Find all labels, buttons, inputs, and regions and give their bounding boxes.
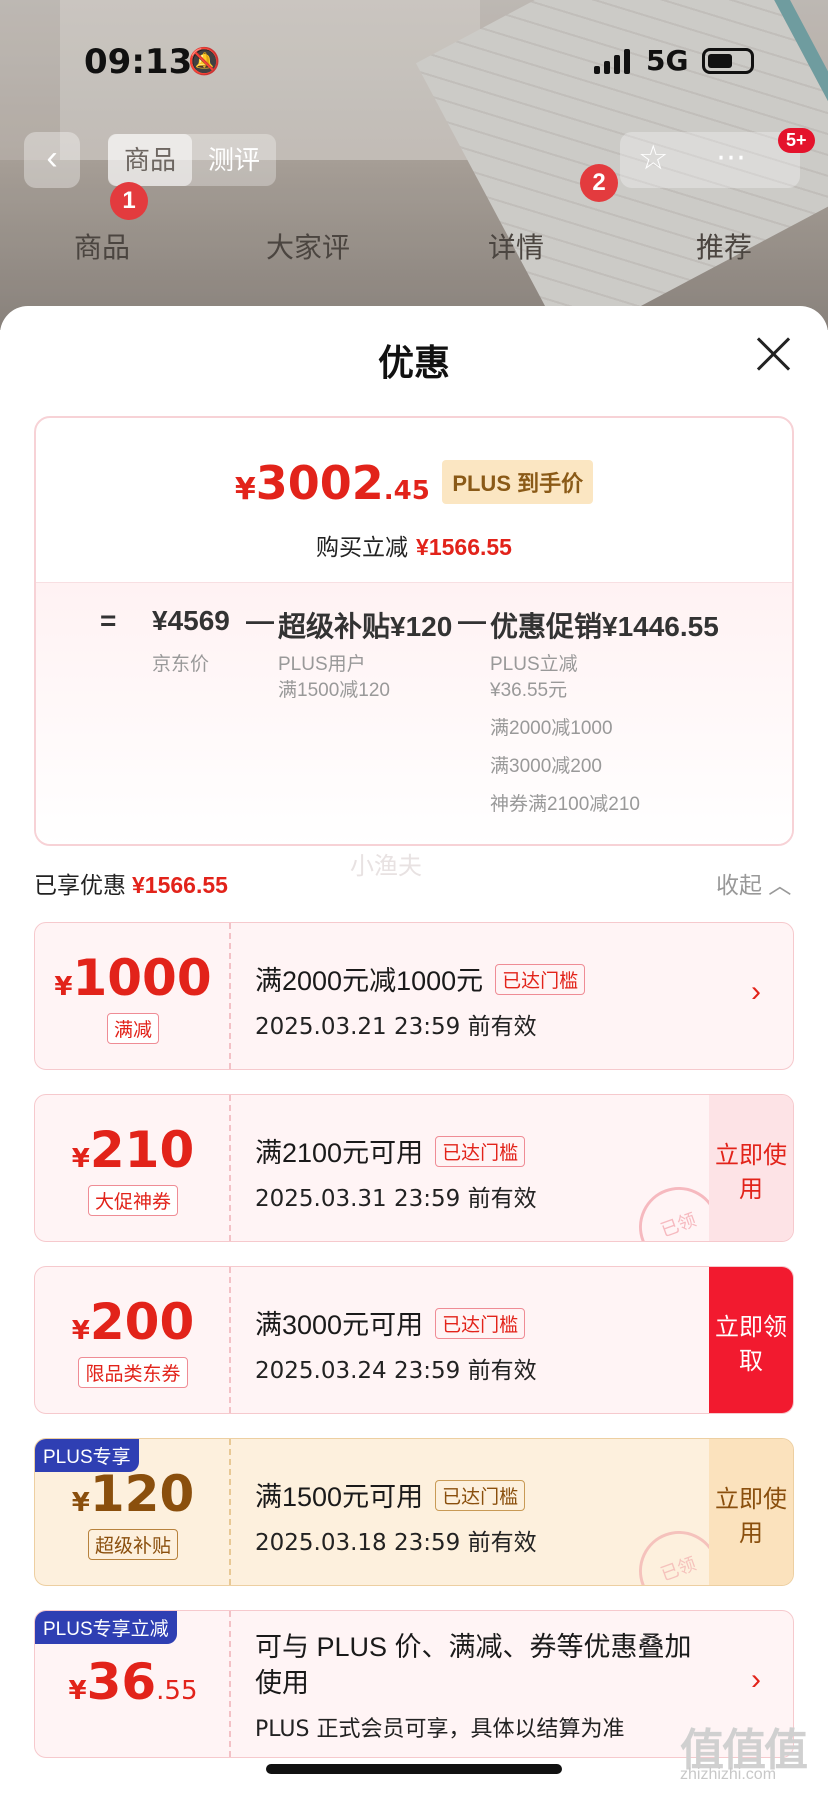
product-top-nav: ‹ 商品 测评 ☆ ⋯: [0, 132, 828, 188]
instant-save-label: 购买立减: [316, 534, 409, 560]
tab-product[interactable]: 商品: [74, 226, 130, 266]
product-tabs: 商品 大家评 详情 推荐: [0, 226, 828, 270]
chevron-right-icon[interactable]: ›: [751, 1663, 761, 1697]
coupon-title: 满2000元减1000元 已达门槛: [255, 959, 586, 998]
promo-line-2: ¥36.55元: [490, 680, 568, 701]
status-time: 09:13: [84, 42, 193, 82]
final-price: ¥3002.45: [234, 456, 430, 510]
status-bar: 09:13 🔕 5G: [0, 38, 828, 86]
use-now-button[interactable]: 立即使用: [709, 1439, 793, 1585]
plus-instant-badge: PLUS专享立减: [35, 1611, 177, 1644]
battery-icon: [702, 48, 754, 74]
threshold-badge: 已达门槛: [435, 1136, 526, 1167]
promo-line-5: 神券满2100减210: [490, 794, 640, 815]
site-watermark-url: zhizhizhi.com: [680, 1766, 777, 1783]
coupon-amount-panel: ¥200 限品类东券: [35, 1267, 231, 1413]
segment-review[interactable]: 测评: [192, 134, 276, 186]
plus-exclusive-badge: PLUS专享: [35, 1439, 139, 1472]
final-price-row: ¥3002.45 PLUS 到手价: [36, 456, 792, 510]
enjoyed-label: 已享优惠: [34, 872, 126, 898]
coupon-card-plus[interactable]: ¥120 超级补贴 PLUS专享 满1500元可用 已达门槛 2025.03.18…: [34, 1438, 794, 1586]
signal-icon: [594, 48, 630, 74]
marker-2: 2: [580, 164, 618, 202]
coupon-title: 满3000元可用 已达门槛: [255, 1303, 526, 1342]
instant-save-amount: ¥1566.55: [416, 534, 512, 560]
discount-sheet: 优惠 ¥3002.45 PLUS 到手价 购买立减 ¥1566.55 = ¥456…: [0, 306, 828, 1796]
promo-line-3: 满2000减1000: [490, 718, 613, 739]
coupon-card[interactable]: ¥1000 满减 满2000元减1000元 已达门槛 2025.03.21 23:…: [34, 922, 794, 1070]
segment-product[interactable]: 商品: [108, 134, 193, 186]
coupon-type-tag: 大促神券: [87, 1185, 178, 1216]
coupon-expiry: 2025.03.24 23:59 前有效: [255, 1358, 537, 1384]
claim-now-button[interactable]: 立即领取: [709, 1267, 793, 1413]
coupon-expiry: 2025.03.18 23:59 前有效: [255, 1530, 537, 1556]
more-icon[interactable]: ⋯: [716, 140, 746, 175]
sheet-title: 优惠: [377, 342, 450, 383]
threshold-badge: 已达门槛: [435, 1480, 526, 1511]
tab-details[interactable]: 详情: [488, 226, 544, 266]
coupon-expiry: 2025.03.21 23:59 前有效: [255, 1014, 537, 1040]
minus-sign-2: —: [458, 605, 486, 636]
coupon-amount: ¥1000: [54, 949, 212, 1007]
coupon-amount: ¥36.55: [68, 1653, 198, 1711]
minus-sign-1: —: [246, 605, 274, 636]
coupon-amount: ¥210: [71, 1121, 195, 1179]
network-label: 5G: [646, 44, 689, 77]
coupon-title: 可与 PLUS 价、满减、券等优惠叠加 使用: [255, 1632, 692, 1698]
enjoyed-amount: ¥1566.55: [132, 872, 228, 898]
tab-reviews[interactable]: 大家评: [266, 226, 350, 266]
message-badge: 5+: [778, 128, 815, 153]
instant-save-row: 购买立减 ¥1566.55: [36, 528, 792, 562]
chevron-right-icon[interactable]: ›: [751, 975, 761, 1009]
favorite-star-icon[interactable]: ☆: [638, 138, 668, 178]
coupon-card[interactable]: ¥200 限品类东券 满3000元可用 已达门槛 2025.03.24 23:59…: [34, 1266, 794, 1414]
collapse-button[interactable]: 收起 ︿: [716, 866, 791, 900]
subsidy-line-2: 满1500减120: [278, 680, 390, 701]
coupon-card[interactable]: ¥210 大促神券 满2100元可用 已达门槛 2025.03.31 23:59 …: [34, 1094, 794, 1242]
promo-discount: 优惠促销¥1446.55: [490, 611, 719, 642]
back-button[interactable]: ‹: [24, 132, 80, 188]
jd-price-label: 京东价: [152, 654, 210, 675]
marker-1: 1: [110, 182, 148, 220]
subsidy-line-1: PLUS用户: [278, 654, 366, 675]
coupon-amount: ¥200: [71, 1293, 195, 1351]
coupon-note: PLUS 正式会员可享，具体以结算为准: [255, 1717, 625, 1742]
close-icon[interactable]: [756, 336, 792, 372]
promo-line-4: 满3000减200: [490, 756, 602, 777]
user-watermark: 小渔夫: [350, 853, 422, 880]
coupon-type-tag: 限品类东券: [78, 1357, 188, 1388]
super-subsidy: 超级补贴¥120: [278, 611, 453, 642]
price-breakdown: = ¥4569 京东价 — 超级补贴¥120 PLUS用户 满1500减120 …: [36, 582, 792, 844]
coupon-amount-panel: ¥1000 满减: [35, 923, 231, 1069]
coupon-expiry: 2025.03.31 23:59 前有效: [255, 1186, 537, 1212]
jd-price: ¥4569: [152, 605, 230, 636]
top-right-actions: ☆ ⋯: [620, 132, 800, 188]
promo-line-1: PLUS立减: [490, 654, 578, 675]
tab-recommend[interactable]: 推荐: [696, 226, 752, 266]
coupon-amount-panel: ¥210 大促神券: [35, 1095, 231, 1241]
segment-control: 商品 测评: [108, 134, 277, 186]
coupon-title: 满2100元可用 已达门槛: [255, 1131, 526, 1170]
coupon-amount: ¥120: [71, 1465, 195, 1523]
bell-slash-icon: 🔕: [188, 46, 221, 76]
enjoyed-discount: 已享优惠 ¥1566.55: [34, 866, 228, 900]
use-now-button[interactable]: 立即使用: [709, 1095, 793, 1241]
home-indicator[interactable]: [266, 1764, 562, 1774]
threshold-badge: 已达门槛: [495, 964, 586, 995]
equals-sign: =: [100, 605, 117, 636]
coupon-type-tag: 超级补贴: [87, 1529, 178, 1560]
coupon-title: 满1500元可用 已达门槛: [255, 1475, 526, 1514]
coupon-type-tag: 满减: [106, 1013, 159, 1044]
price-summary-card: ¥3002.45 PLUS 到手价 购买立减 ¥1566.55 = ¥4569 京…: [34, 416, 794, 846]
threshold-badge: 已达门槛: [435, 1308, 526, 1339]
plus-price-tag: PLUS 到手价: [442, 460, 594, 504]
